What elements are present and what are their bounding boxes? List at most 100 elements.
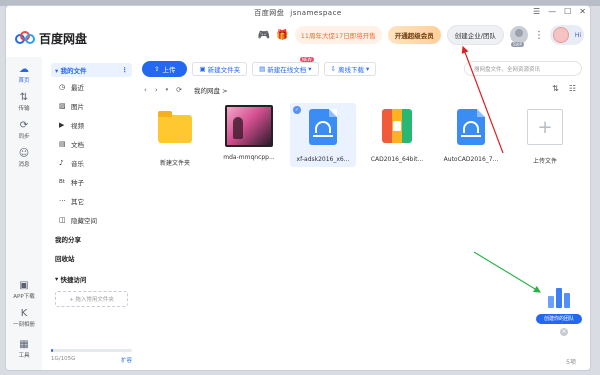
new-folder-label: 新建文件夹 (207, 66, 241, 74)
rail-item-home[interactable]: ☁ 首页 (6, 64, 42, 84)
file-item-doc[interactable]: AutoCAD2016_7... (438, 103, 504, 167)
history-dropdown-icon[interactable]: ▾ (166, 87, 169, 93)
rail-item-tools[interactable]: ▦ 工具 (6, 339, 42, 359)
sidebar-item-label: 文档 (71, 140, 84, 149)
sidebar-item-hidden-space[interactable]: ◫ 隐藏空间 (51, 210, 132, 229)
app-header: 百度网盘 🎮 🎁 11周年大促17日即将开售 开通超级会员 创建企业/团队 SV… (6, 19, 590, 57)
window-title: 百度网盘 (254, 8, 285, 17)
clock-icon: ◷ (59, 82, 66, 91)
create-team-float-button[interactable]: 创建你的团队 (536, 282, 582, 330)
forward-icon[interactable]: › (155, 86, 158, 94)
menu-icon[interactable]: ☰ (533, 7, 540, 16)
file-name: AutoCAD2016_7... (443, 156, 499, 163)
upload-button[interactable]: ⇧ 上传 (142, 61, 188, 77)
selected-check-icon[interactable]: ✓ (293, 106, 301, 114)
sidebar-item-music[interactable]: ♪ 音乐 (51, 153, 132, 172)
minimize-icon[interactable]: — (548, 7, 556, 16)
expand-storage-link[interactable]: 扩容 (121, 356, 132, 364)
back-icon[interactable]: ‹ (144, 86, 147, 94)
more-options-icon[interactable]: ⋮ (534, 30, 544, 41)
sidebar-item-images[interactable]: ▨ 图片 (51, 96, 132, 115)
sidebar-item-label: 其它 (71, 197, 84, 206)
close-icon[interactable]: × (560, 328, 568, 336)
file-name: 上传文件 (532, 158, 557, 165)
rail-item-messages[interactable]: ☺ 消息 (6, 148, 42, 168)
gift-icon[interactable]: 🎁 (276, 30, 288, 41)
offline-download-button[interactable]: ⇩ 离线下载 ▾ (323, 62, 377, 76)
file-item-video[interactable]: mda-mmqncpp... (216, 103, 282, 167)
sidebar-item-bt[interactable]: Bt 种子 (51, 172, 132, 191)
sidebar-item-label: 音乐 (71, 159, 84, 168)
bt-icon: Bt (59, 178, 65, 185)
sidebar-item-label: 种子 (71, 178, 84, 187)
mascot-assistant[interactable]: Hi (550, 25, 584, 45)
rail-item-app-download[interactable]: ▣ APP下载 (6, 280, 42, 300)
music-icon: ♪ (59, 158, 64, 167)
sidebar-item-documents[interactable]: ▤ 文档 (51, 134, 132, 153)
sidebar-item-recent[interactable]: ◷ 最近 (51, 77, 132, 96)
sidebar-quick-access[interactable]: ▾ 快捷访问 (51, 271, 132, 287)
add-quick-folder-dropzone[interactable]: + 拖入常用文件夹 (55, 291, 128, 307)
refresh-icon[interactable]: ⟳ (176, 86, 182, 94)
message-icon: ☺ (18, 148, 30, 159)
file-item-zip[interactable]: CAD2016_64bit... (364, 103, 430, 167)
rail-label: APP下载 (13, 294, 35, 300)
hidden-space-icon: ◫ (59, 215, 66, 224)
sidebar-item-label: 图片 (71, 102, 84, 111)
storage-text: 1G/105G (51, 356, 76, 362)
sidebar-item-label: 隐藏空间 (71, 216, 97, 225)
new-online-doc-label: 新建在线文档 (267, 66, 307, 74)
new-folder-button[interactable]: ▣ 新建文件夹 (192, 62, 248, 76)
rail-label: 传输 (18, 106, 30, 112)
tools-icon: ▦ (19, 339, 29, 350)
window-controls: ☰ — ☐ ✕ (533, 7, 586, 16)
logo-text: 百度网盘 (39, 31, 88, 46)
breadcrumb-label: 我的网盘 (194, 87, 221, 95)
view-mode-icon[interactable]: ☷ (569, 84, 576, 93)
rail-label: 工具 (18, 353, 30, 359)
new-online-doc-button[interactable]: NEW ▤ 新建在线文档 ▾ (252, 57, 319, 76)
storage-fill (51, 349, 53, 352)
left-rail: ☁ 首页 ⇅ 传输 ⟳ 同步 ☺ 消息 ▣ APP下载 K 一刻相册 ▦ 工具 (6, 57, 42, 370)
file-item-selected[interactable]: ✓ xf-adsk2016_x6... (290, 103, 356, 167)
file-item-folder[interactable]: 新建文件夹 (142, 103, 208, 167)
logo: 百度网盘 (15, 30, 87, 47)
file-name: 新建文件夹 (159, 160, 190, 167)
video-thumbnail (225, 105, 273, 147)
storage-usage: 1G/105G 扩容 (51, 349, 132, 364)
open-vip-button[interactable]: 开通超级会员 (387, 26, 441, 44)
breadcrumb[interactable]: 我的网盘 > (194, 85, 228, 95)
sort-icon[interactable]: ⇅ (552, 84, 559, 93)
rail-item-transfer[interactable]: ⇅ 传输 (6, 92, 42, 112)
create-team-button[interactable]: 创建企业/团队 (446, 25, 504, 45)
sidebar-recycle-bin[interactable]: 回收站 (51, 248, 132, 267)
transfer-icon: ⇅ (19, 92, 29, 103)
sidebar-my-files[interactable]: ▾ 我的文件 ⋮ (51, 63, 132, 77)
file-item-upload[interactable]: + 上传文件 (512, 103, 578, 167)
file-name: mda-mmqncpp... (223, 154, 275, 161)
album-icon: K (20, 308, 28, 319)
sidebar-item-videos[interactable]: ▶ 视频 (51, 115, 132, 134)
item-count: 5项 (566, 359, 576, 366)
sidebar-item-other[interactable]: ··· 其它 (51, 191, 132, 210)
installer-doc-icon (457, 109, 485, 145)
upload-label: 上传 (162, 66, 176, 74)
sidebar-my-share[interactable]: 我的分享 (51, 229, 132, 248)
chevron-down-icon: ▾ (365, 65, 370, 73)
promo-banner[interactable]: 11周年大促17日即将开售 (294, 26, 382, 44)
chevron-down-icon: ▾ (308, 65, 312, 73)
rail-item-sync[interactable]: ⟳ 同步 (6, 120, 42, 140)
close-icon[interactable]: ✕ (579, 7, 586, 16)
avatar[interactable]: SVIP (510, 26, 528, 47)
app-download-icon: ▣ (19, 280, 29, 291)
toolbar: ⇧ 上传 ▣ 新建文件夹 NEW ▤ 新建在线文档 ▾ ⇩ 离线下载 ▾ 搜网盘文件、全网资源… (142, 57, 582, 77)
rail-item-album[interactable]: K 一刻相册 (6, 308, 42, 328)
more-icon[interactable]: ⋮ (122, 66, 129, 74)
folder-plus-icon: ▣ (199, 65, 206, 73)
game-icon[interactable]: 🎮 (258, 30, 270, 41)
maximize-icon[interactable]: ☐ (564, 7, 571, 16)
file-thumb (305, 109, 341, 145)
new-tag: NEW (300, 57, 314, 62)
logo-icon (15, 31, 35, 45)
search-input[interactable]: 搜网盘文件、全网资源资讯 (464, 61, 582, 76)
